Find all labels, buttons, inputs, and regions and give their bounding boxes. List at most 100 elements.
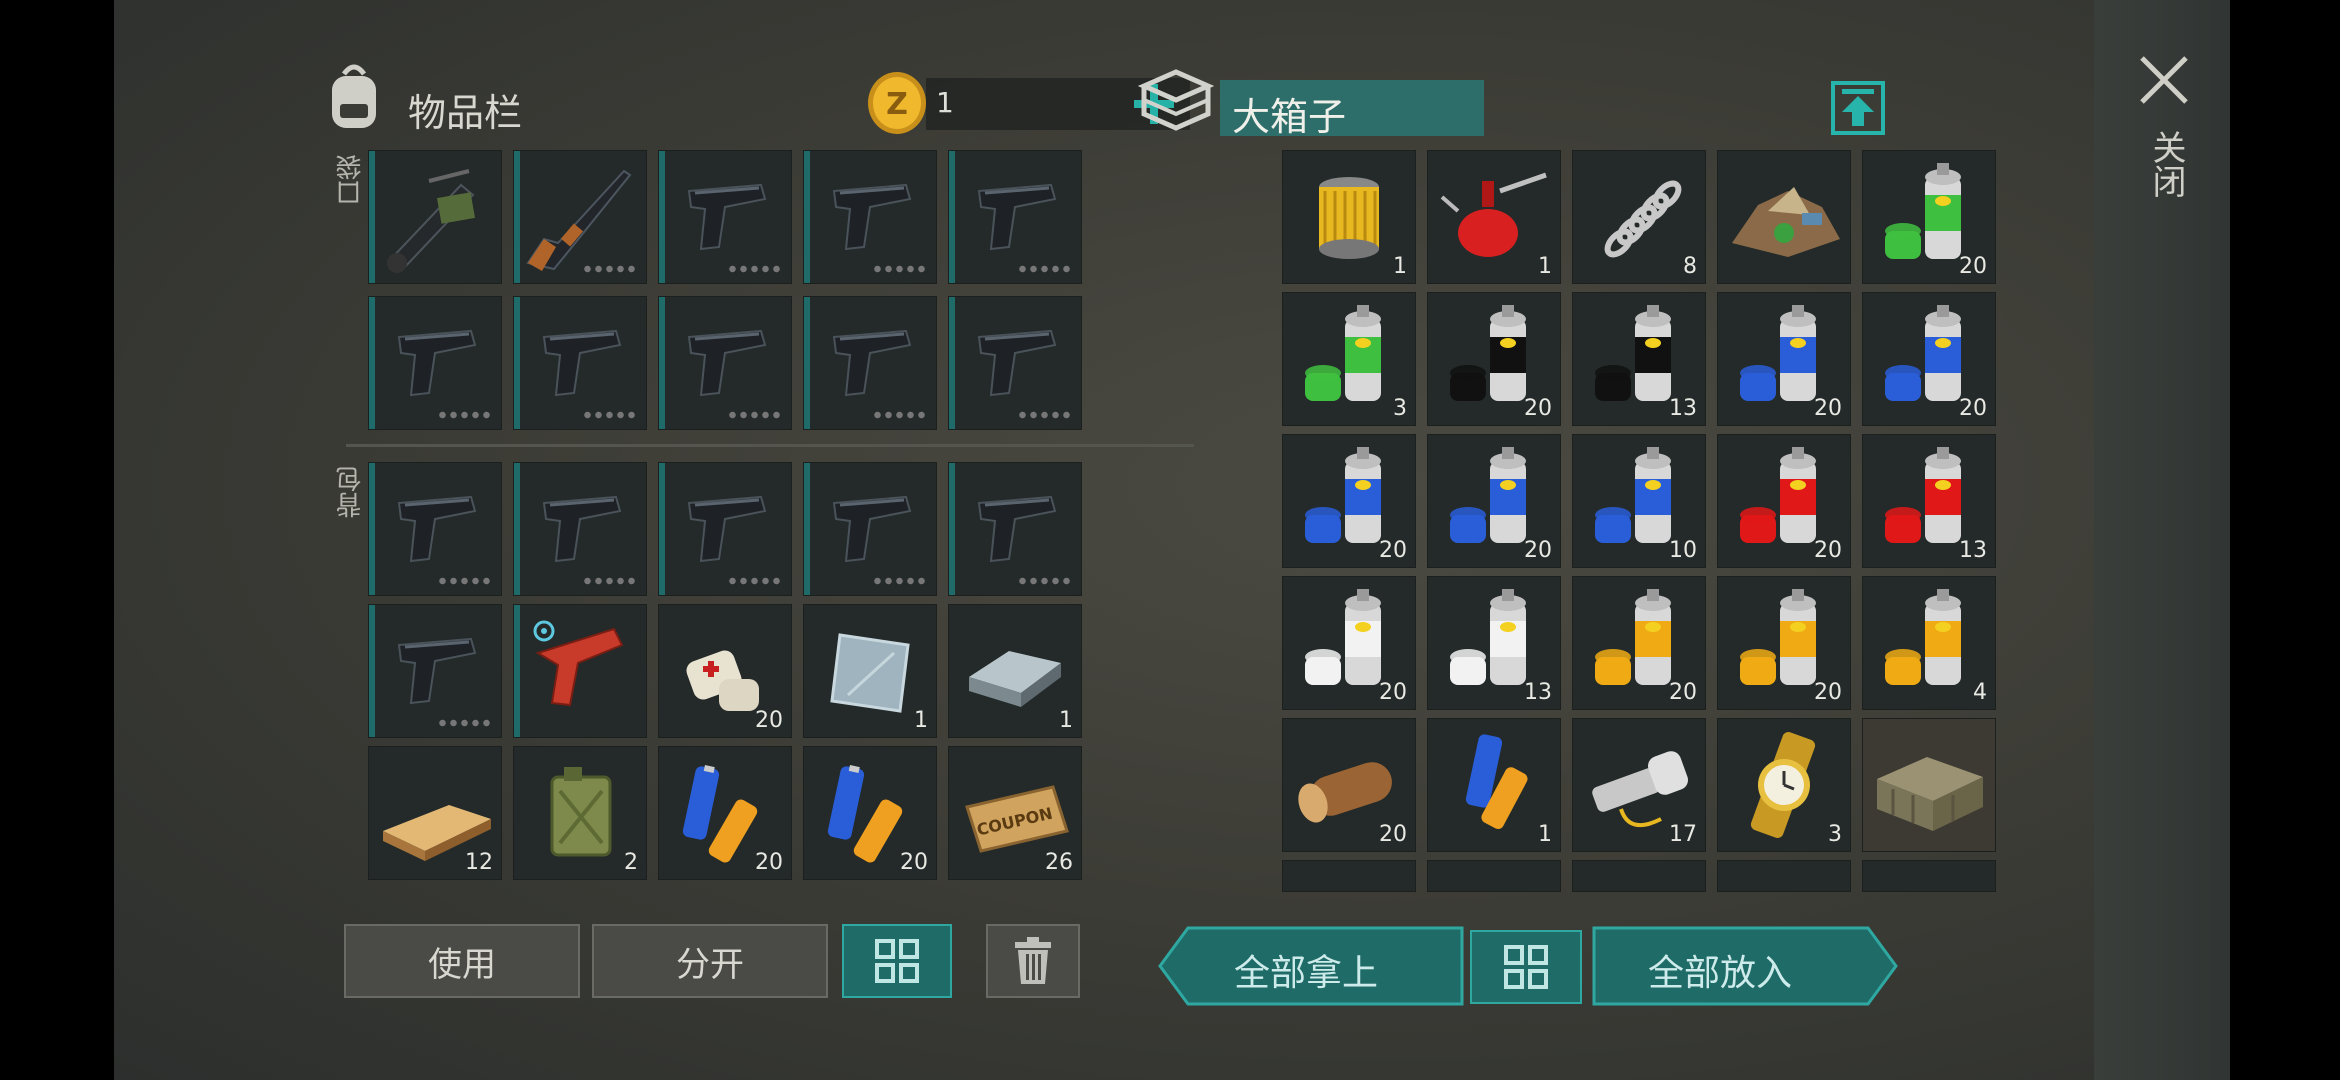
item-slot[interactable]: 12 — [368, 746, 502, 880]
coin-icon: Z — [868, 72, 926, 134]
durability-dots — [727, 411, 781, 419]
item-slot[interactable]: 20 — [1572, 576, 1706, 710]
item-slot[interactable]: 1 — [1427, 718, 1561, 852]
durability-dots — [872, 577, 926, 585]
item-count: 13 — [1959, 538, 1987, 563]
pocket-label: 口袋 — [336, 154, 366, 206]
item-count: 1 — [1538, 254, 1552, 279]
item-slot[interactable] — [513, 150, 647, 284]
item-slot[interactable]: 20 — [1717, 292, 1851, 426]
item-slot[interactable]: 20 — [658, 746, 792, 880]
durability-dots — [872, 411, 926, 419]
currency-value: 1 — [936, 86, 954, 119]
item-slot-partial[interactable] — [1572, 860, 1706, 892]
item-slot-partial[interactable] — [1717, 860, 1851, 892]
item-slot[interactable]: 8 — [1572, 150, 1706, 284]
item-slot[interactable]: 20 — [1717, 434, 1851, 568]
item-count: 1 — [1393, 254, 1407, 279]
item-count: 20 — [1814, 680, 1842, 705]
item-slot[interactable]: 20 — [1427, 292, 1561, 426]
item-slot[interactable]: 1 — [1427, 150, 1561, 284]
trash-button[interactable] — [986, 924, 1080, 998]
item-slot[interactable] — [658, 462, 792, 596]
item-slot[interactable]: 1 — [1282, 150, 1416, 284]
item-slot[interactable] — [948, 462, 1082, 596]
item-slot[interactable]: 20 — [658, 604, 792, 738]
item-slot[interactable]: 17 — [1572, 718, 1706, 852]
game-screen: 物品栏 Z 1 口袋 背包 20 1 1 12 2 20 20 COUPON 26 使用 分开 — [114, 0, 2230, 1080]
grid-icon — [1504, 945, 1548, 989]
item-count: 20 — [900, 850, 928, 875]
item-slot[interactable]: 13 — [1427, 576, 1561, 710]
item-count: 20 — [755, 850, 783, 875]
container-title: 大箱子 — [1232, 95, 1347, 139]
item-slot[interactable]: 3 — [1717, 718, 1851, 852]
item-slot[interactable] — [513, 296, 647, 430]
item-count: 20 — [1524, 396, 1552, 421]
durability-dots — [872, 265, 926, 273]
item-slot[interactable]: 20 — [1717, 576, 1851, 710]
item-slot[interactable] — [803, 296, 937, 430]
item-slot[interactable]: 3 — [1282, 292, 1416, 426]
split-button[interactable]: 分开 — [592, 924, 828, 998]
item-slot[interactable] — [368, 296, 502, 430]
durability-dots — [1017, 265, 1071, 273]
grenade-launcher-icon — [387, 169, 475, 273]
item-slot[interactable]: 1 — [948, 604, 1082, 738]
item-slot[interactable]: 20 — [1862, 292, 1996, 426]
durability-dots — [727, 577, 781, 585]
item-slot[interactable] — [658, 150, 792, 284]
item-slot[interactable] — [513, 604, 647, 738]
item-slot[interactable]: 20 — [1282, 718, 1416, 852]
item-slot[interactable]: COUPON 26 — [948, 746, 1082, 880]
item-slot[interactable] — [948, 150, 1082, 284]
item-count: 26 — [1045, 850, 1073, 875]
item-slot[interactable]: 13 — [1862, 434, 1996, 568]
item-count: 20 — [1379, 538, 1407, 563]
item-slot[interactable] — [368, 150, 502, 284]
item-slot-partial[interactable] — [1427, 860, 1561, 892]
container-sort-button[interactable] — [1470, 930, 1582, 1004]
close-label: 关闭 — [2146, 130, 2186, 198]
put-all-label: 全部放入 — [1648, 953, 1793, 994]
item-slot[interactable] — [803, 462, 937, 596]
item-slot-partial[interactable] — [1282, 860, 1416, 892]
item-count: 20 — [1959, 396, 1987, 421]
close-icon — [2140, 56, 2188, 104]
item-slot[interactable]: 10 — [1572, 434, 1706, 568]
item-slot[interactable]: 20 — [1282, 434, 1416, 568]
inventory-sort-button[interactable] — [842, 924, 952, 998]
item-slot[interactable] — [513, 462, 647, 596]
close-button[interactable] — [2134, 50, 2194, 110]
item-slot[interactable]: 13 — [1572, 292, 1706, 426]
item-count: 13 — [1524, 680, 1552, 705]
backpack-icon — [332, 64, 376, 128]
durability-dots — [437, 411, 491, 419]
item-count: 1 — [914, 708, 928, 733]
item-slot[interactable] — [1862, 718, 1996, 852]
item-slot[interactable]: 20 — [1282, 576, 1416, 710]
item-slot[interactable] — [368, 462, 502, 596]
scrap-pile-icon — [1732, 187, 1840, 257]
item-slot[interactable]: 4 — [1862, 576, 1996, 710]
box-icon — [1138, 69, 1214, 131]
item-slot-partial[interactable] — [1862, 860, 1996, 892]
item-slot[interactable] — [948, 296, 1082, 430]
item-slot[interactable]: 20 — [1862, 150, 1996, 284]
item-slot[interactable]: 20 — [1427, 434, 1561, 568]
durability-dots — [1017, 577, 1071, 585]
item-slot[interactable] — [368, 604, 502, 738]
item-slot[interactable]: 2 — [513, 746, 647, 880]
item-slot[interactable] — [803, 150, 937, 284]
inventory-title: 物品栏 — [408, 91, 523, 135]
durability-dots — [437, 577, 491, 585]
use-button[interactable]: 使用 — [344, 924, 580, 998]
section-divider — [346, 444, 1194, 447]
item-slot[interactable]: 20 — [803, 746, 937, 880]
upload-icon — [1831, 81, 1885, 135]
upload-button[interactable] — [1830, 80, 1886, 136]
item-slot[interactable] — [1717, 150, 1851, 284]
item-slot[interactable] — [658, 296, 792, 430]
item-slot[interactable]: 1 — [803, 604, 937, 738]
item-count: 20 — [1669, 680, 1697, 705]
